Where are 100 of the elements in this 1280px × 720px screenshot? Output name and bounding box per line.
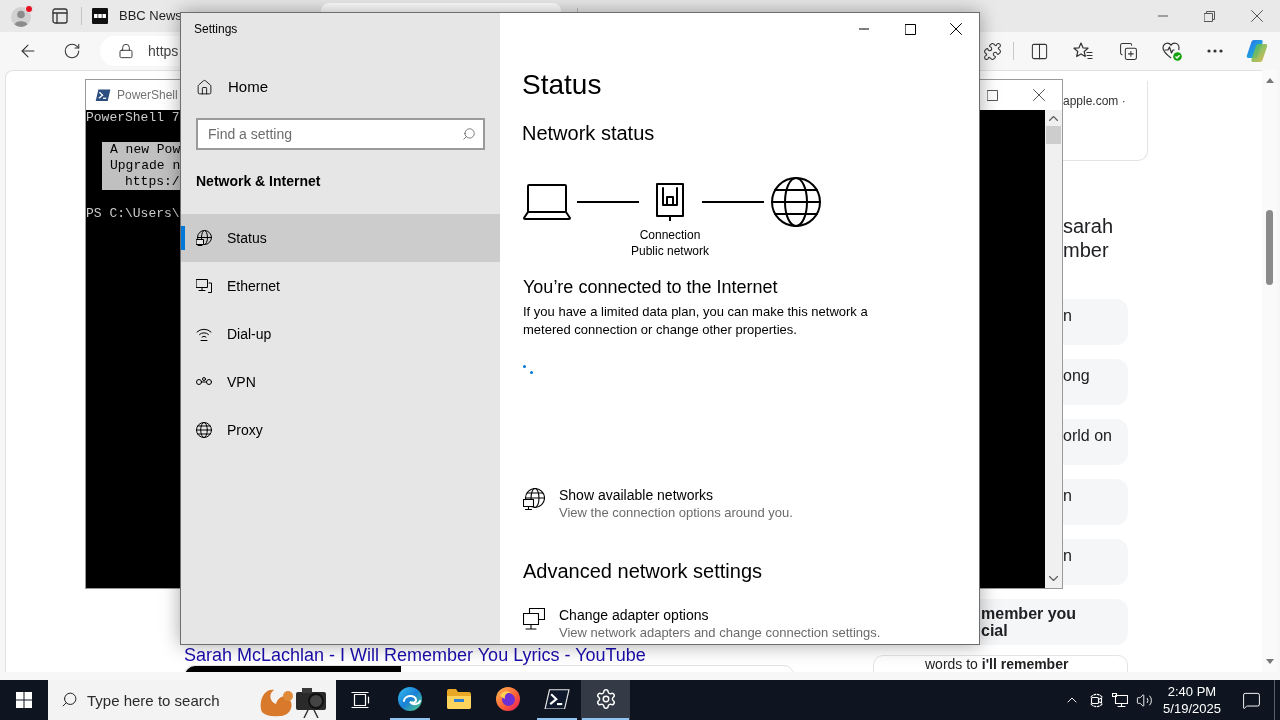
monitors-icon (523, 608, 545, 632)
connector-line (702, 201, 764, 203)
terminal-icon (95, 88, 111, 102)
laptop-icon (523, 184, 571, 220)
windows-logo-icon (16, 692, 32, 708)
console-text: PowerShell 7 (86, 110, 180, 126)
suggestion-text: ong (1063, 366, 1090, 386)
loading-icon (523, 365, 533, 374)
suggestion-card[interactable]: member you cial (980, 599, 1128, 645)
link-description: View network adapters and change connection settings. (559, 624, 881, 642)
globe-monitor-icon (523, 488, 545, 512)
network-icon (1112, 693, 1128, 707)
network-type-label: Public network (630, 243, 709, 259)
scrollbar-thumb[interactable] (1046, 126, 1061, 144)
window-title: Settings (194, 21, 238, 38)
task-view-icon (350, 692, 371, 708)
close-icon (1033, 89, 1045, 101)
selection-bar (181, 226, 185, 250)
nav-item[interactable]: Dial-up (181, 310, 500, 358)
scrollbar-thumb[interactable] (1266, 210, 1273, 285)
window-title: PowerShell (117, 87, 178, 104)
puzzle-icon (982, 41, 1002, 61)
ethernet-port-icon (656, 183, 684, 221)
notification-icon (1241, 690, 1261, 710)
scroll-up-icon (1049, 116, 1058, 121)
section-heading: Network status (522, 121, 655, 146)
suggestion-text: n (1063, 546, 1072, 566)
settings-link[interactable]: Change adapter options (559, 606, 709, 624)
monitor-icon (196, 279, 212, 293)
settings-icon (594, 688, 617, 710)
site-logo-icon (92, 8, 108, 24)
search-icon (462, 127, 476, 141)
maximize-icon (987, 89, 998, 101)
link-description: View the connection options around you. (559, 504, 793, 522)
description-text: If you have a limited data plan, you can make this network a metered connection or change other properties. (523, 303, 869, 339)
signal-arcs-icon (196, 327, 212, 341)
address-bar[interactable]: https (100, 36, 180, 66)
suggestion-card[interactable]: n (1063, 539, 1128, 585)
heart-pulse-icon (1162, 41, 1182, 61)
suggestion-text: orld on (1063, 426, 1112, 446)
result-heading: sarah mber (1063, 214, 1114, 262)
restore-icon (1204, 10, 1215, 22)
source-text: apple.com · (1063, 94, 1126, 108)
scroll-down-icon (1049, 576, 1058, 581)
video-camera-icon (1088, 692, 1104, 708)
tab-actions-icon (52, 8, 68, 24)
star-list-icon (1073, 42, 1093, 60)
nav-item[interactable]: Proxy (181, 406, 500, 454)
suggestion-card[interactable]: orld on (1063, 419, 1128, 465)
page-title: Status (522, 68, 602, 102)
terminal-icon (543, 688, 570, 710)
volume-icon (1135, 691, 1153, 709)
clock-button[interactable]: 2:40 PM 5/19/2025 (1156, 680, 1228, 720)
globe-icon (196, 422, 212, 438)
home-icon (196, 78, 213, 96)
close-icon (950, 23, 962, 35)
minimize-icon (1157, 15, 1168, 17)
suggestion-text: member you cial (981, 605, 1077, 639)
minimize-icon (859, 28, 869, 30)
globe-icon (771, 177, 821, 227)
suggestion-text: n (1063, 486, 1072, 506)
console-text: PS C:\Users\ (86, 206, 180, 222)
more-icon (1207, 49, 1223, 53)
globe-monitor-icon (196, 230, 212, 246)
nav-item[interactable]: Ethernet (181, 262, 500, 310)
scroll-up-icon (1265, 78, 1274, 83)
refresh-icon (63, 42, 81, 60)
gradient-logo-icon (1246, 40, 1268, 62)
lock-icon (118, 43, 134, 59)
taskbar-app-button[interactable] (581, 680, 630, 720)
connection-label: Connection (639, 227, 701, 243)
suggestion-text: n (1063, 306, 1072, 326)
scroll-down-icon (1265, 659, 1274, 664)
avatar-icon (10, 4, 34, 28)
console-text: https:/ (125, 174, 180, 190)
split-screen-icon (1029, 41, 1049, 61)
close-icon (1250, 10, 1263, 22)
console-text: Upgrade n (110, 158, 181, 174)
suggestion-card[interactable]: ong (1063, 359, 1128, 405)
search-icon (61, 691, 78, 708)
globe-flame-icon (495, 687, 520, 711)
swirl-logo-icon (397, 687, 422, 711)
linked-circles-icon (196, 377, 212, 387)
snippet-text: words to i'll remember (925, 657, 1069, 671)
status-message: You’re connected to the Internet (523, 276, 778, 299)
suggestion-card[interactable]: n (1063, 299, 1128, 345)
result-link[interactable]: Sarah McLachlan - I Will Remember You Lyrics - YouTube (184, 646, 646, 664)
search-field[interactable]: Find a setting (196, 118, 485, 150)
suggestion-card[interactable]: n (1063, 479, 1128, 525)
nav-item[interactable]: Status (181, 214, 500, 262)
section-heading: Advanced network settings (523, 559, 763, 584)
maximize-icon (904, 23, 916, 35)
home-link[interactable]: Home (181, 67, 500, 107)
settings-link[interactable]: Show available networks (559, 486, 714, 504)
section-heading: Network & Internet (196, 172, 321, 190)
folder-icon (446, 689, 471, 709)
console-text: A new Pow (110, 142, 181, 158)
squares-plus-icon (1118, 41, 1138, 61)
nav-item[interactable]: VPN (181, 358, 500, 406)
connector-line (577, 201, 639, 203)
